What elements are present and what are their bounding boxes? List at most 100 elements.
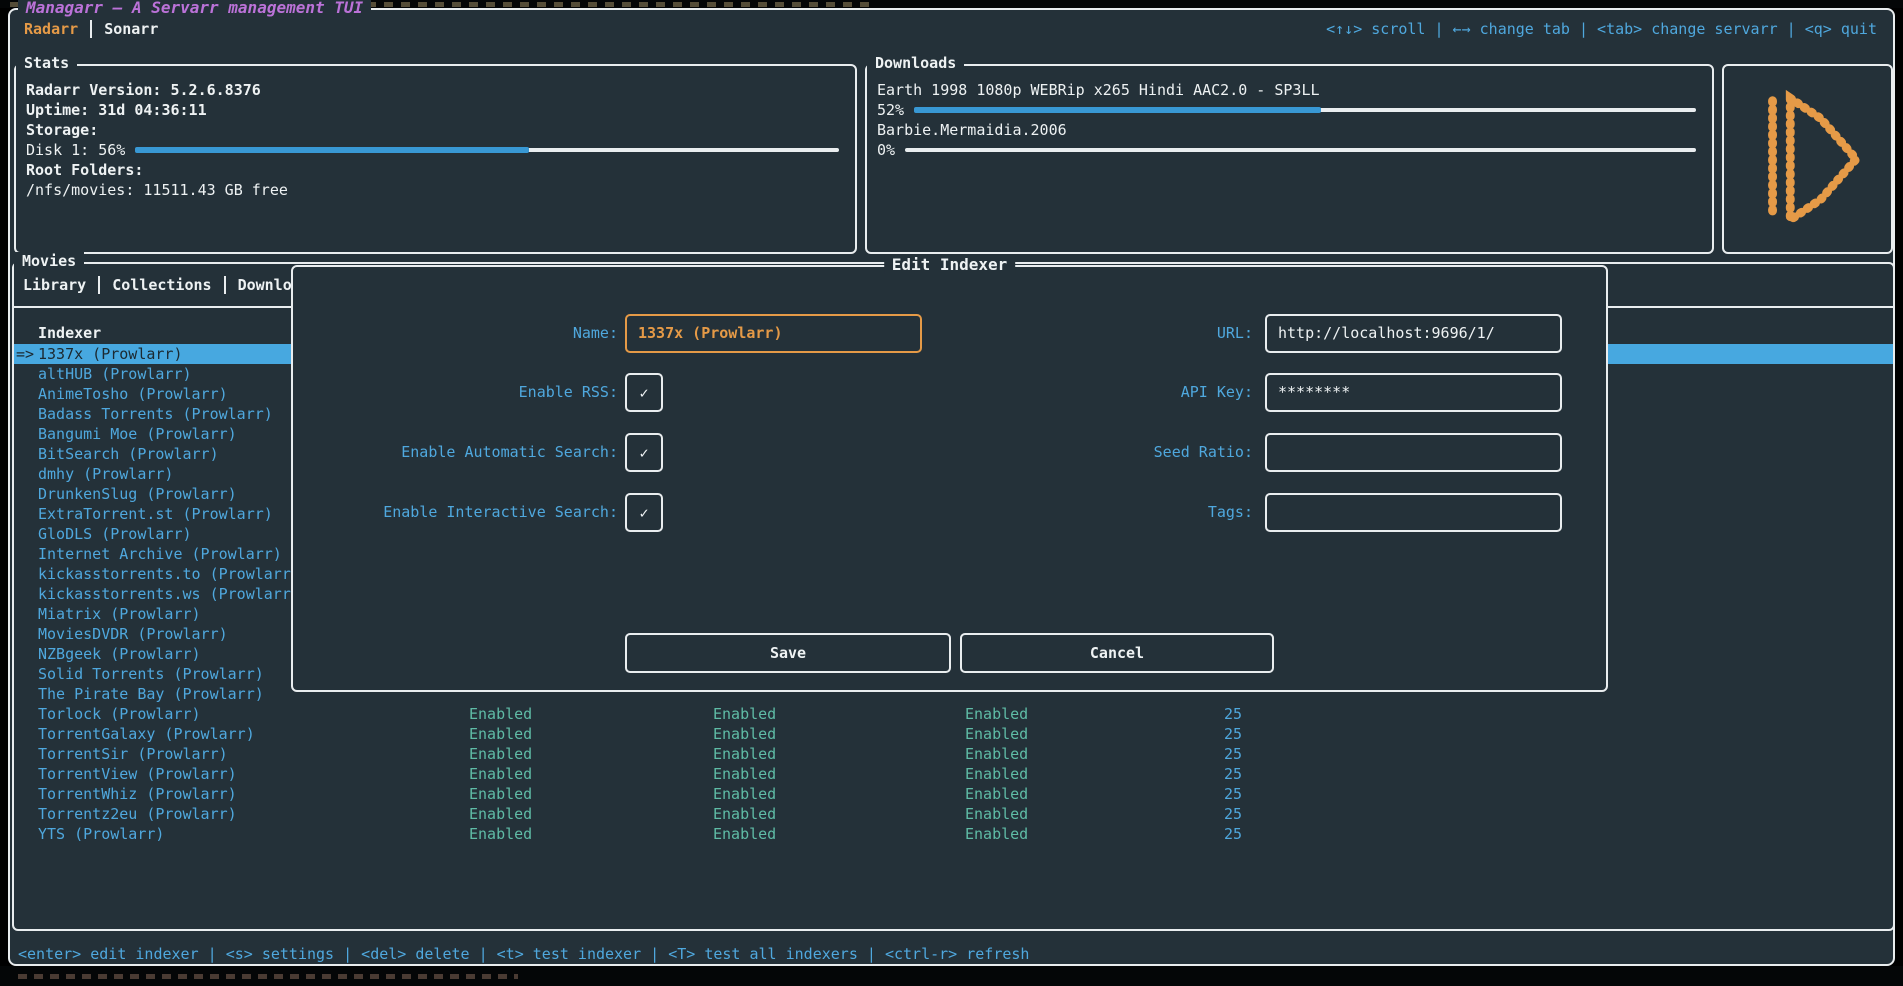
tags-input[interactable] [1265,493,1562,532]
indexer-priority-cell: 25 [1182,744,1242,764]
indexer-enabled-cell: Enabled [469,824,532,844]
indexer-priority-cell: 25 [1182,824,1242,844]
disk-usage-bar [135,148,839,152]
indexer-name: Miatrix (Prowlarr) [38,604,201,624]
indexer-enabled-cell: Enabled [469,744,532,764]
indexer-enabled-cell: Enabled [965,744,1028,764]
indexer-name: BitSearch (Prowlarr) [38,444,219,464]
tab-radarr[interactable]: Radarr [24,20,78,38]
app-title: Managarr – A Servarr management TUI [18,0,371,17]
tab-separator [90,20,92,38]
table-row[interactable]: YTS (Prowlarr) Enabled Enabled Enabled 25 [14,824,1893,844]
indexer-name: DrunkenSlug (Prowlarr) [38,484,237,504]
cancel-button[interactable]: Cancel [960,633,1274,673]
download-item-name: Earth 1998 1080p WEBRip x265 Hindi AAC2.… [877,80,1702,100]
download-item-name: Barbie.Mermaidia.2006 [877,120,1702,140]
indexer-enabled-cell: Enabled [469,704,532,724]
stats-panel-title: Stats [16,54,77,72]
disk-usage-label: Disk 1: 56% [26,140,125,160]
enable-interactive-search-label: Enable Interactive Search: [293,493,618,532]
table-row[interactable]: Torlock (Prowlarr)EnabledEnabledEnabled2… [14,704,1893,724]
indexer-enabled-cell: Enabled [965,804,1028,824]
keybinding-help-top: <↑↓> scroll | ←→ change tab | <tab> chan… [1326,20,1877,38]
indexer-name: Badass Torrents (Prowlarr) [38,404,273,424]
indexer-name: Torlock (Prowlarr) [38,704,201,724]
indexer-enabled-cell: Enabled [469,804,532,824]
radarr-version: Radarr Version: 5.2.6.8376 [26,80,845,100]
indexer-name: kickasstorrents.to (Prowlarr) [38,564,300,584]
table-row[interactable]: TorrentWhiz (Prowlarr)EnabledEnabledEnab… [14,784,1893,804]
indexer-enabled-cell: Enabled [965,824,1028,844]
table-row[interactable]: TorrentView (Prowlarr)EnabledEnabledEnab… [14,764,1893,784]
name-input[interactable]: 1337x (Prowlarr) [625,314,922,353]
movies-panel-title: Movies [14,252,84,270]
seed-ratio-label: Seed Ratio: [928,433,1253,472]
enable-automatic-search-checkbox[interactable]: ✓ [625,433,663,472]
indexer-name: Solid Torrents (Prowlarr) [38,664,264,684]
indexer-name: AnimeTosho (Prowlarr) [38,384,228,404]
uptime: Uptime: 31d 04:36:11 [26,100,845,120]
indexer-name: GloDLS (Prowlarr) [38,524,192,544]
indexer-name: 1337x (Prowlarr) [38,344,183,364]
indexer-name: NZBgeek (Prowlarr) [38,644,201,664]
indexer-name: TorrentView (Prowlarr) [38,764,237,784]
root-folders-label: Root Folders: [26,160,845,180]
indexer-enabled-cell: Enabled [713,764,776,784]
indexer-enabled-cell: Enabled [713,704,776,724]
tab-collections[interactable]: Collections [112,276,211,294]
indexer-enabled-cell: Enabled [713,724,776,744]
indexer-name: TorrentWhiz (Prowlarr) [38,784,237,804]
managarr-play-logo [1744,83,1872,235]
indexer-name: TorrentGalaxy (Prowlarr) [38,724,255,744]
indexer-enabled-cell: Enabled [965,704,1028,724]
edit-indexer-modal: Edit Indexer Name: 1337x (Prowlarr) URL:… [291,265,1608,692]
indexer-name: Torrentz2eu (Prowlarr) [38,804,237,824]
downloads-panel-title: Downloads [867,54,964,72]
indexer-name: YTS (Prowlarr) [38,824,164,844]
indexer-name: dmhy (Prowlarr) [38,464,173,484]
servarr-tabs: Radarr Sonarr [24,18,158,40]
indexer-name: kickasstorrents.ws (Prowlarr) [38,584,300,604]
enable-interactive-search-checkbox[interactable]: ✓ [625,493,663,532]
save-button[interactable]: Save [625,633,951,673]
stats-panel: Stats Radarr Version: 5.2.6.8376 Uptime:… [14,64,857,254]
download-percent: 52% [877,100,904,120]
indexer-column-header: Indexer [38,324,101,342]
edit-indexer-modal-title: Edit Indexer [884,255,1016,274]
table-row[interactable]: Torrentz2eu (Prowlarr)EnabledEnabledEnab… [14,804,1893,824]
tab-library[interactable]: Library [23,276,86,294]
indexer-name: Bangumi Moe (Prowlarr) [38,424,237,444]
indexer-name: Internet Archive (Prowlarr) [38,544,282,564]
download-progress-bar [914,108,1696,112]
indexer-enabled-cell: Enabled [713,744,776,764]
bottom-clipped-terminal-line [0,966,1903,986]
indexer-name: ExtraTorrent.st (Prowlarr) [38,504,273,524]
bottom-clipped-glyphs [18,974,518,979]
selected-row-arrow: => [16,344,34,364]
download-progress-bar [905,148,1696,152]
download-percent: 0% [877,140,895,160]
indexer-priority-cell: 25 [1182,804,1242,824]
keybinding-help-bottom: <enter> edit indexer | <s> settings | <d… [18,945,1029,963]
tab-sonarr[interactable]: Sonarr [104,20,158,38]
enable-rss-checkbox[interactable]: ✓ [625,373,663,412]
indexer-enabled-cell: Enabled [965,784,1028,804]
seed-ratio-input[interactable] [1265,433,1562,472]
indexer-enabled-cell: Enabled [713,824,776,844]
tab-separator [98,276,100,294]
indexer-enabled-cell: Enabled [469,764,532,784]
storage-label: Storage: [26,120,845,140]
tags-label: Tags: [928,493,1253,532]
indexer-priority-cell: 25 [1182,784,1242,804]
indexer-name: The Pirate Bay (Prowlarr) [38,684,264,704]
url-input[interactable]: http://localhost:9696/1/ [1265,314,1562,353]
table-row[interactable]: TorrentSir (Prowlarr)EnabledEnabledEnabl… [14,744,1893,764]
indexer-name: altHUB (Prowlarr) [38,364,192,384]
url-label: URL: [928,314,1253,353]
indexer-enabled-cell: Enabled [965,724,1028,744]
enable-rss-label: Enable RSS: [293,373,618,412]
api-key-input[interactable]: ******** [1265,373,1562,412]
indexer-enabled-cell: Enabled [713,784,776,804]
managarr-window: Managarr – A Servarr management TUI Rada… [8,8,1895,966]
table-row[interactable]: TorrentGalaxy (Prowlarr)EnabledEnabledEn… [14,724,1893,744]
